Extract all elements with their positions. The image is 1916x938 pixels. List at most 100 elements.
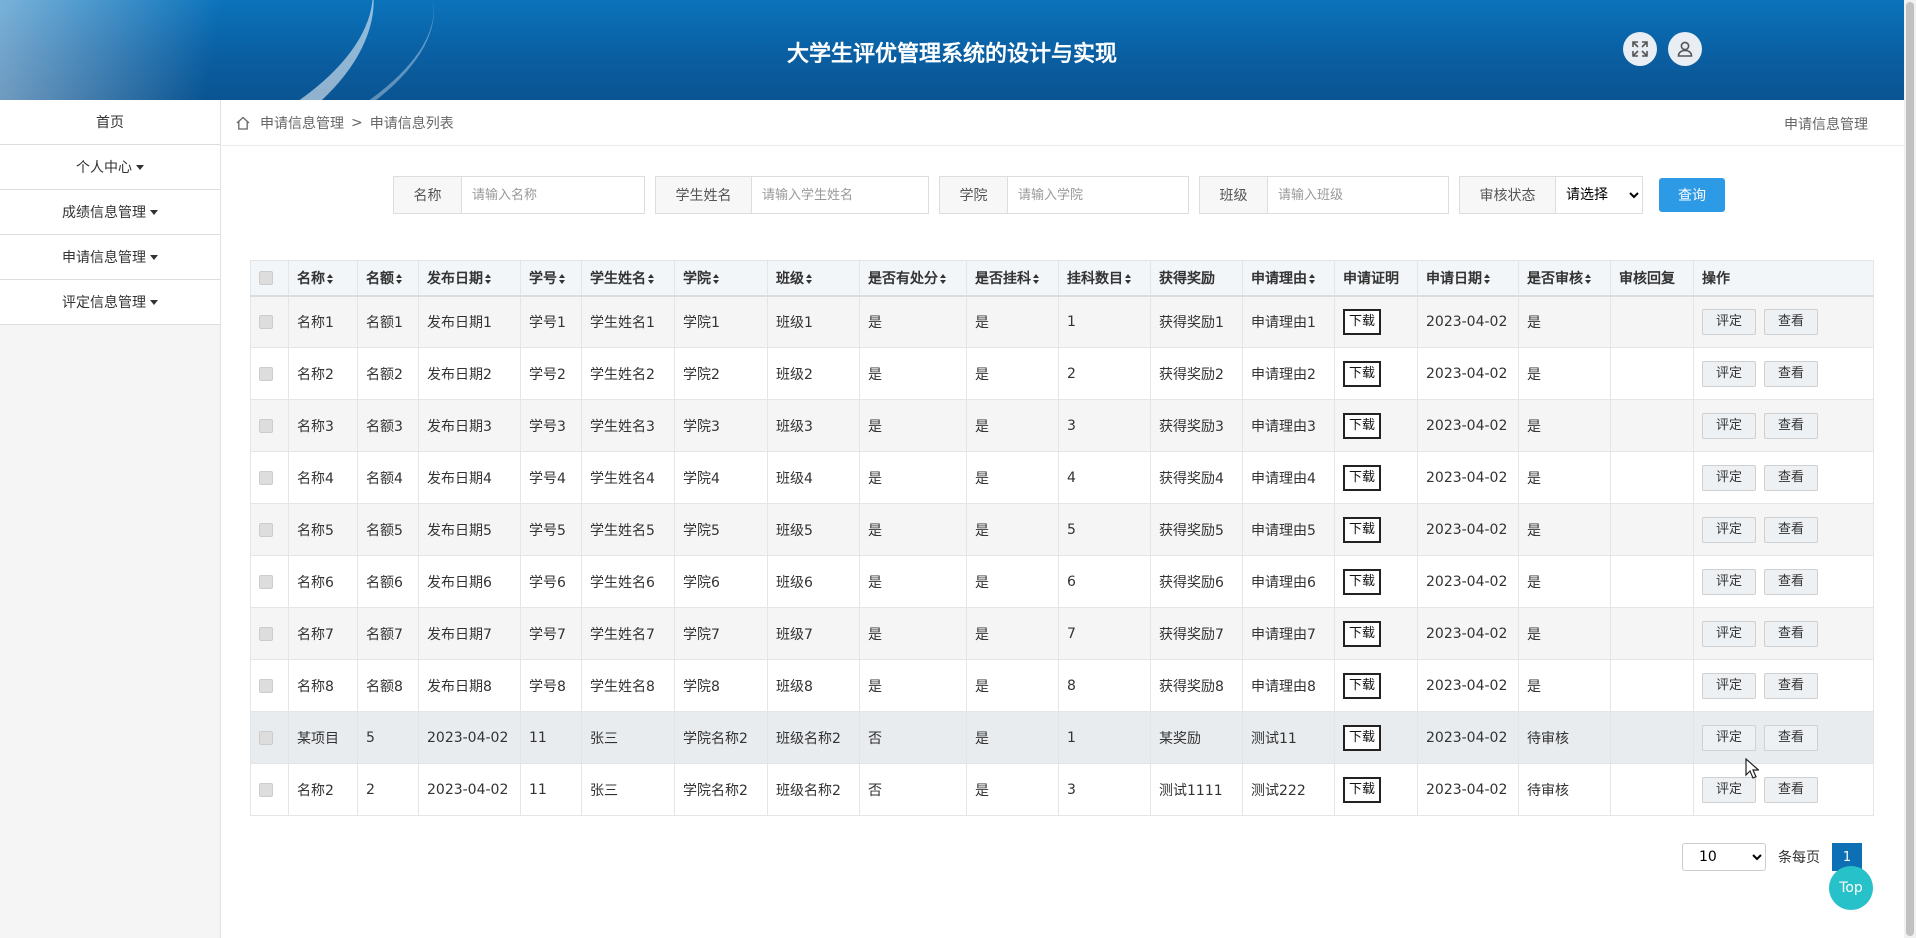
table-cell: 学号7 (520, 607, 582, 660)
column-header[interactable]: 是否挂科 (966, 260, 1059, 297)
download-button[interactable]: 下载 (1343, 672, 1382, 699)
column-header[interactable]: 学生姓名 (581, 260, 675, 297)
sort-icon[interactable] (713, 273, 720, 284)
download-button[interactable]: 下载 (1343, 464, 1382, 491)
sort-icon[interactable] (1484, 273, 1491, 284)
table-cell: 2023-04-02 (1417, 295, 1519, 348)
sidebar-item-personal-center[interactable]: 个人中心 (0, 145, 220, 190)
view-button[interactable]: 查看 (1764, 724, 1819, 751)
evaluate-button[interactable]: 评定 (1702, 620, 1757, 647)
evaluate-button[interactable]: 评定 (1702, 464, 1757, 491)
query-button[interactable]: 查询 (1659, 178, 1725, 212)
sidebar-item-home[interactable]: 首页 (0, 100, 220, 145)
page-size-select[interactable]: 10 (1682, 843, 1766, 871)
sidebar-item-evaluation-management[interactable]: 评定信息管理 (0, 280, 220, 325)
evaluate-button[interactable]: 评定 (1702, 516, 1757, 543)
audit-status-select[interactable]: 请选择 (1556, 177, 1642, 213)
row-checkbox[interactable] (259, 522, 273, 537)
view-button[interactable]: 查看 (1764, 308, 1819, 335)
view-button[interactable]: 查看 (1764, 620, 1819, 647)
sort-icon[interactable] (1585, 273, 1592, 284)
download-button[interactable]: 下载 (1343, 620, 1382, 647)
view-button[interactable]: 查看 (1764, 412, 1819, 439)
sort-icon[interactable] (940, 273, 947, 284)
row-checkbox[interactable] (259, 418, 273, 433)
sidebar-item-score-management[interactable]: 成绩信息管理 (0, 190, 220, 235)
column-header[interactable]: 是否审核 (1518, 260, 1611, 297)
table-cell (1610, 607, 1694, 660)
column-header[interactable]: 学院 (674, 260, 768, 297)
table-cell: 3 (1058, 763, 1151, 816)
sort-icon[interactable] (396, 273, 403, 284)
row-checkbox[interactable] (259, 366, 273, 381)
row-checkbox[interactable] (259, 470, 273, 485)
name-search-input[interactable] (462, 177, 644, 213)
download-button[interactable]: 下载 (1343, 568, 1382, 595)
user-button[interactable] (1668, 32, 1702, 66)
view-button[interactable]: 查看 (1764, 516, 1819, 543)
column-header[interactable]: 申请理由 (1242, 260, 1335, 297)
sort-icon[interactable] (559, 273, 566, 284)
evaluate-button[interactable]: 评定 (1702, 568, 1757, 595)
column-header[interactable]: 发布日期 (418, 260, 521, 297)
evaluate-button[interactable]: 评定 (1702, 412, 1757, 439)
table-cell: 是 (859, 295, 967, 348)
table-cell: 获得奖励1 (1150, 295, 1243, 348)
view-button[interactable]: 查看 (1764, 360, 1819, 387)
download-button[interactable]: 下载 (1343, 516, 1382, 543)
row-checkbox[interactable] (259, 626, 273, 641)
actions-cell: 评定 查看 (1693, 711, 1874, 764)
scrollbar-thumb[interactable] (1906, 2, 1914, 936)
table-cell: 学号6 (520, 555, 582, 608)
download-button[interactable]: 下载 (1343, 776, 1382, 803)
download-button[interactable]: 下载 (1343, 724, 1382, 751)
row-checkbox[interactable] (259, 782, 273, 797)
column-header[interactable]: 是否有处分 (859, 260, 967, 297)
table-row: 名称5 名额5 发布日期5 学号5 学生姓名5 学院5 班级5 是是 5 获得奖励5 申请理由5 下载… (250, 503, 1874, 556)
table-cell: 发布日期8 (418, 659, 521, 712)
evaluate-button[interactable]: 评定 (1702, 672, 1757, 699)
row-checkbox[interactable] (259, 678, 273, 693)
app-header: 大学生评优管理系统的设计与实现 (0, 0, 1904, 100)
sort-icon[interactable] (1033, 273, 1040, 284)
select-all-checkbox[interactable] (259, 270, 273, 285)
sort-icon[interactable] (648, 273, 655, 284)
column-header[interactable]: 班级 (767, 260, 860, 297)
download-button[interactable]: 下载 (1343, 360, 1382, 387)
evaluate-button[interactable]: 评定 (1702, 724, 1757, 751)
column-header[interactable]: 名称 (288, 260, 358, 297)
student-name-search-input[interactable] (752, 177, 928, 213)
download-button[interactable]: 下载 (1343, 412, 1382, 439)
evaluate-button[interactable]: 评定 (1702, 308, 1757, 335)
sort-icon[interactable] (485, 273, 492, 284)
sort-icon[interactable] (327, 273, 334, 284)
column-header[interactable]: 名额 (357, 260, 419, 297)
column-header[interactable]: 挂科数目 (1058, 260, 1151, 297)
college-search-input[interactable] (1008, 177, 1188, 213)
table-cell: 2023-04-02 (1417, 607, 1519, 660)
sort-icon[interactable] (1309, 273, 1316, 284)
view-button[interactable]: 查看 (1764, 776, 1819, 803)
row-checkbox[interactable] (259, 314, 273, 329)
sidebar-item-application-management[interactable]: 申请信息管理 (0, 235, 220, 280)
home-icon[interactable] (235, 115, 251, 131)
table-cell: 2023-04-02 (1417, 451, 1519, 504)
breadcrumb-item[interactable]: 申请信息管理 (260, 113, 344, 133)
breadcrumb-page-label: 申请信息管理 (1784, 117, 1868, 133)
view-button[interactable]: 查看 (1764, 464, 1819, 491)
evaluate-button[interactable]: 评定 (1702, 360, 1757, 387)
fullscreen-button[interactable] (1623, 32, 1657, 66)
row-checkbox[interactable] (259, 574, 273, 589)
column-header[interactable]: 学号 (520, 260, 582, 297)
sort-icon[interactable] (806, 273, 813, 284)
evaluate-button[interactable]: 评定 (1702, 776, 1757, 803)
download-button[interactable]: 下载 (1343, 308, 1382, 335)
sort-icon[interactable] (1125, 273, 1132, 284)
column-header[interactable]: 申请日期 (1417, 260, 1519, 297)
class-search-input[interactable] (1268, 177, 1448, 213)
row-checkbox[interactable] (259, 730, 273, 745)
page-scrollbar[interactable] (1904, 0, 1916, 938)
view-button[interactable]: 查看 (1764, 672, 1819, 699)
back-to-top-button[interactable]: Top (1829, 866, 1873, 910)
view-button[interactable]: 查看 (1764, 568, 1819, 595)
